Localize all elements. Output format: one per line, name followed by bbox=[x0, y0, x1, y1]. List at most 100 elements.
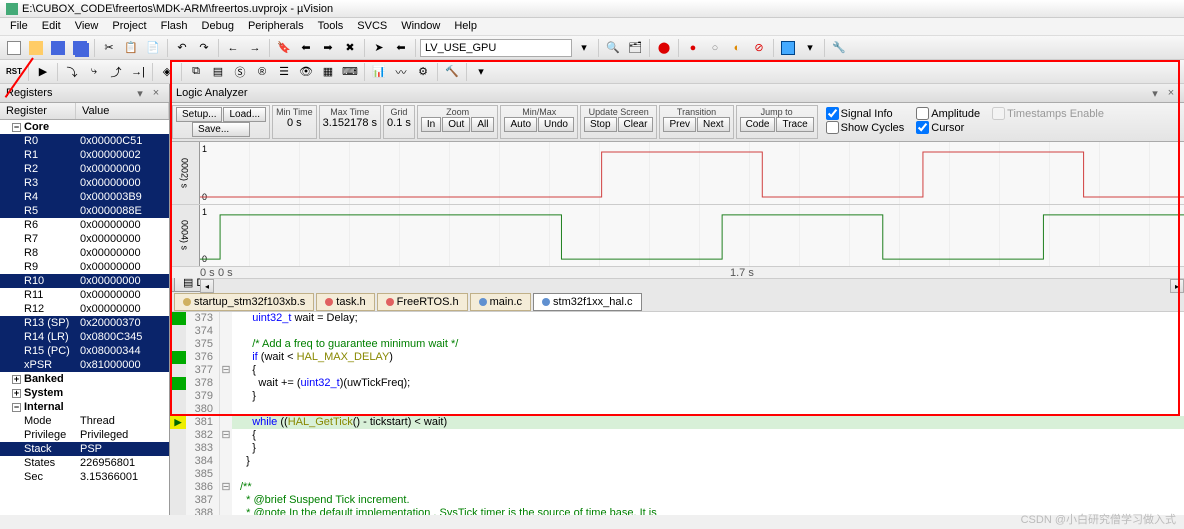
la-hscroll[interactable]: ◂▸ bbox=[200, 278, 1184, 292]
register-row[interactable]: R70x00000000 bbox=[0, 232, 169, 246]
register-row[interactable]: R100x00000000 bbox=[0, 274, 169, 288]
run-to-cursor-button[interactable]: →| bbox=[128, 62, 148, 82]
col-value[interactable]: Value bbox=[76, 103, 169, 119]
bookmark-next-button[interactable]: ➡ bbox=[318, 38, 338, 58]
expand-icon[interactable]: − bbox=[12, 403, 21, 412]
menu-edit[interactable]: Edit bbox=[36, 18, 67, 35]
code-line[interactable]: 385 bbox=[170, 468, 1184, 481]
register-row[interactable]: R14 (LR)0x0800C345 bbox=[0, 330, 169, 344]
register-row[interactable]: R10x00000002 bbox=[0, 148, 169, 162]
col-register[interactable]: Register bbox=[0, 103, 76, 119]
find-in-files-button[interactable]: 🗂 bbox=[625, 38, 645, 58]
menu-help[interactable]: Help bbox=[448, 18, 483, 35]
menu-tools[interactable]: Tools bbox=[312, 18, 350, 35]
la-close-button[interactable]: × bbox=[1164, 86, 1178, 100]
expand-icon[interactable]: + bbox=[12, 389, 21, 398]
step-over-button[interactable]: ⤷ bbox=[84, 62, 104, 82]
la-code-button[interactable]: Code bbox=[740, 117, 776, 132]
expand-icon[interactable]: − bbox=[12, 123, 21, 132]
menu-window[interactable]: Window bbox=[395, 18, 446, 35]
trace-window-button[interactable]: 〰 bbox=[391, 62, 411, 82]
menu-file[interactable]: File bbox=[4, 18, 34, 35]
file-tab[interactable]: FreeRTOS.h bbox=[377, 293, 468, 311]
la-zoom-out-button[interactable]: Out bbox=[442, 117, 470, 132]
menu-project[interactable]: Project bbox=[106, 18, 152, 35]
la-zoom-in-button[interactable]: In bbox=[421, 117, 441, 132]
bookmark-prev-button[interactable]: ⬅ bbox=[296, 38, 316, 58]
file-tab[interactable]: stm32f1xx_hal.c bbox=[533, 293, 641, 311]
register-row[interactable]: States226956801 bbox=[0, 456, 169, 470]
registers-window-button[interactable]: ® bbox=[252, 62, 272, 82]
find-combo[interactable] bbox=[420, 39, 572, 57]
debug-button[interactable]: ⬤ bbox=[654, 38, 674, 58]
register-row[interactable]: R110x00000000 bbox=[0, 288, 169, 302]
reset-button[interactable]: RST bbox=[4, 62, 24, 82]
configure-button[interactable]: 🔧 bbox=[829, 38, 849, 58]
la-prev-button[interactable]: Prev bbox=[663, 117, 696, 132]
logic-analyzer-waves[interactable]: 0002) s 10 0004) s 10 0 s 0 s 1.7 s ◂▸ bbox=[170, 142, 1184, 272]
la-next-button[interactable]: Next bbox=[697, 117, 730, 132]
copy-button[interactable]: 📋 bbox=[121, 38, 141, 58]
la-menu-button[interactable]: ▾ bbox=[1148, 86, 1162, 100]
run-button[interactable]: ▶ bbox=[33, 62, 53, 82]
redo-button[interactable]: ↷ bbox=[194, 38, 214, 58]
analysis-window-button[interactable]: 📊 bbox=[369, 62, 389, 82]
code-line[interactable]: 383 } bbox=[170, 442, 1184, 455]
panel-close-button[interactable]: × bbox=[149, 86, 163, 100]
code-line[interactable]: 377⊟ { bbox=[170, 364, 1184, 377]
code-line[interactable]: 376 if (wait < HAL_MAX_DELAY) bbox=[170, 351, 1184, 364]
breakpoint-disable-button[interactable]: ◐ bbox=[727, 38, 747, 58]
file-tab[interactable]: startup_stm32f103xb.s bbox=[174, 293, 314, 311]
la-amplitude-check[interactable]: Amplitude bbox=[916, 107, 980, 120]
file-tab[interactable]: task.h bbox=[316, 293, 374, 311]
la-cursor-check[interactable]: Cursor bbox=[916, 121, 980, 134]
step-out-button[interactable]: ⤴ bbox=[106, 62, 126, 82]
save-button[interactable] bbox=[48, 38, 68, 58]
la-save-button[interactable]: Save... bbox=[192, 122, 250, 137]
la-trace-button[interactable]: Trace bbox=[776, 117, 813, 132]
register-row[interactable]: R120x00000000 bbox=[0, 302, 169, 316]
menu-debug[interactable]: Debug bbox=[196, 18, 240, 35]
breakpoint-button[interactable]: ● bbox=[683, 38, 703, 58]
new-file-button[interactable] bbox=[4, 38, 24, 58]
code-line[interactable]: 379 } bbox=[170, 390, 1184, 403]
register-row[interactable]: R80x00000000 bbox=[0, 246, 169, 260]
register-row[interactable]: R00x00000C51 bbox=[0, 134, 169, 148]
menu-view[interactable]: View bbox=[69, 18, 105, 35]
window-button[interactable] bbox=[778, 38, 798, 58]
la-undo-button[interactable]: Undo bbox=[538, 117, 574, 132]
expand-icon[interactable]: + bbox=[12, 375, 21, 384]
show-next-button[interactable]: ◈ bbox=[157, 62, 177, 82]
register-row[interactable]: R13 (SP)0x20000370 bbox=[0, 316, 169, 330]
find-button[interactable]: 🔍 bbox=[603, 38, 623, 58]
register-row[interactable]: R15 (PC)0x08000344 bbox=[0, 344, 169, 358]
paste-button[interactable]: 📄 bbox=[143, 38, 163, 58]
la-stop-button[interactable]: Stop bbox=[584, 117, 617, 132]
register-row[interactable]: ModeThread bbox=[0, 414, 169, 428]
open-button[interactable] bbox=[26, 38, 46, 58]
code-line[interactable]: 378 wait += (uint32_t)(uwTickFreq); bbox=[170, 377, 1184, 390]
code-line[interactable]: 384 } bbox=[170, 455, 1184, 468]
register-row[interactable]: xPSR0x81000000 bbox=[0, 358, 169, 372]
panel-menu-button[interactable]: ▾ bbox=[133, 86, 147, 100]
toolbox-button[interactable]: 🔨 bbox=[442, 62, 462, 82]
la-auto-button[interactable]: Auto bbox=[504, 117, 537, 132]
code-line[interactable]: ▶381 while ((HAL_GetTick() - tickstart) … bbox=[170, 416, 1184, 429]
memory-window-button[interactable]: ▦ bbox=[318, 62, 338, 82]
undo-button[interactable]: ↶ bbox=[172, 38, 192, 58]
menu-svcs[interactable]: SVCS bbox=[351, 18, 393, 35]
step-into-button[interactable]: ⤵ bbox=[62, 62, 82, 82]
indent-button[interactable]: ➤ bbox=[369, 38, 389, 58]
serial-window-button[interactable]: ⌨ bbox=[340, 62, 360, 82]
la-setup-button[interactable]: Setup... bbox=[176, 107, 222, 122]
menu-peripherals[interactable]: Peripherals bbox=[242, 18, 310, 35]
breakpoint-kill-button[interactable]: ⊘ bbox=[749, 38, 769, 58]
bookmark-clear-button[interactable]: ✖ bbox=[340, 38, 360, 58]
menu-flash[interactable]: Flash bbox=[155, 18, 194, 35]
watch-window-button[interactable]: 👁 bbox=[296, 62, 316, 82]
code-line[interactable]: 386⊟/** bbox=[170, 481, 1184, 494]
register-row[interactable]: R30x00000000 bbox=[0, 176, 169, 190]
register-row[interactable]: R90x00000000 bbox=[0, 260, 169, 274]
outdent-button[interactable]: ⬅ bbox=[391, 38, 411, 58]
system-viewer-button[interactable]: ⚙ bbox=[413, 62, 433, 82]
